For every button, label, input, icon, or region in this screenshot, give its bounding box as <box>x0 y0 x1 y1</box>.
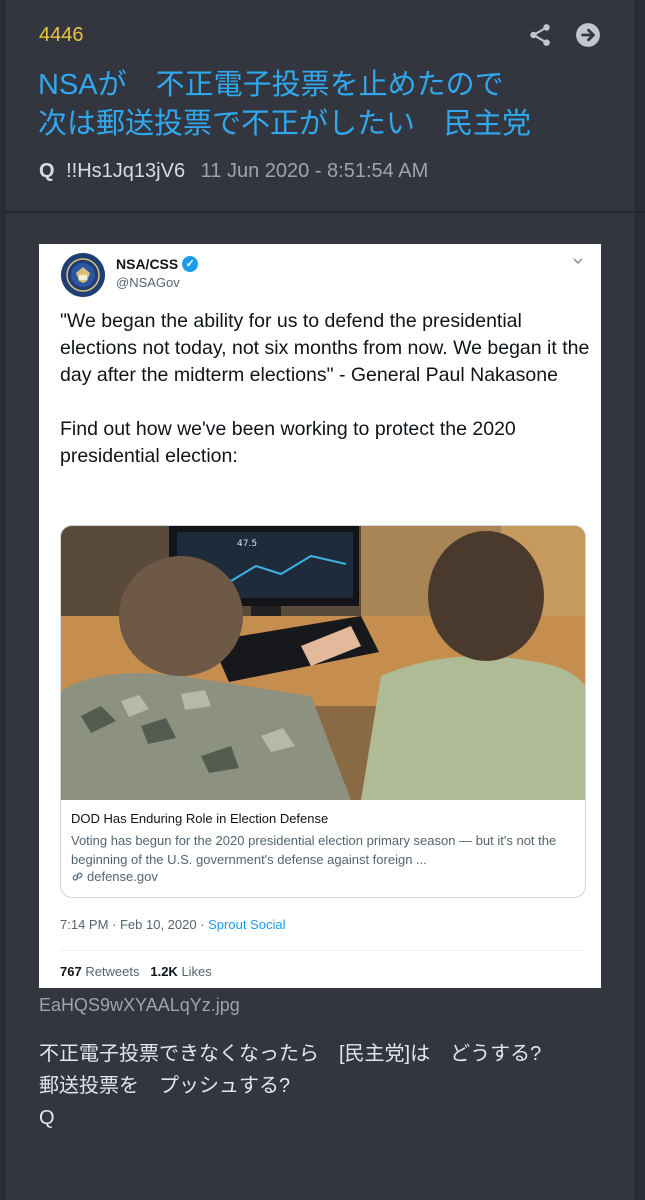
image-filename[interactable]: EaHQS9wXYAALqYz.jpg <box>39 995 240 1016</box>
share-icon[interactable] <box>527 22 553 48</box>
post-timestamp: 11 Jun 2020 - 8:51:54 AM <box>200 160 429 182</box>
retweet-label: Retweets <box>81 964 140 979</box>
card-description: Voting has begun for the 2020 presidenti… <box>71 833 557 867</box>
post-meta: Q !!Hs1Jq13jV6 11 Jun 2020 - 8:51:54 AM <box>39 160 428 183</box>
tweet-divider <box>60 950 584 951</box>
post-actions <box>527 22 601 48</box>
card-domain-text: defense.gov <box>87 869 158 884</box>
post-body: 不正電子投票できなくなったら [民主党]は どうする? 郵送投票を プッシュする… <box>39 1043 542 1129</box>
arrow-circle-right-icon[interactable] <box>575 22 601 48</box>
post-tripcode: !!Hs1Jq13jV6 <box>66 160 186 182</box>
tweet-handle: @NSAGov <box>116 275 180 290</box>
chevron-down-icon <box>573 258 583 265</box>
tweet-display-name: NSA/CSS ✓ <box>116 256 199 272</box>
monitor-value: 47.5 <box>237 539 257 549</box>
tweet-source: Sprout Social <box>208 917 286 932</box>
like-count: 1.2K <box>150 964 178 979</box>
verified-badge-icon: ✓ <box>182 256 199 272</box>
like-label: Likes <box>177 964 212 979</box>
link-card: 47.5 DOD Has Enduring Role in Election D… <box>60 525 586 898</box>
card-title: DOD Has Enduring Role in Election Defens… <box>71 811 329 826</box>
card-domain: defense.gov <box>71 869 158 884</box>
tweet-stats: 767 Retweets 1.2K Likes <box>60 964 212 979</box>
nsa-seal-avatar <box>61 253 105 297</box>
tweet-time: 7:14 PM · Feb 10, 2020 · Sprout Social <box>60 917 285 932</box>
tweet-screenshot-image[interactable]: NSA/CSS ✓ @NSAGov "We began the ability … <box>39 244 601 988</box>
post-author: Q <box>39 160 55 182</box>
retweet-count: 767 <box>60 964 82 979</box>
card-photo: 47.5 <box>61 526 585 800</box>
link-icon <box>72 872 83 881</box>
post-number[interactable]: 4446 <box>39 24 84 47</box>
post-title: NSAが 不正電子投票を止めたので 次は郵送投票で不正がしたい 民主党 <box>38 69 532 140</box>
tweet-text: "We began the ability for us to defend t… <box>60 310 590 467</box>
tweet-name-text: NSA/CSS <box>116 256 179 272</box>
tweet-timestamp: 7:14 PM · Feb 10, 2020 · <box>60 917 209 932</box>
header-divider <box>6 211 645 213</box>
